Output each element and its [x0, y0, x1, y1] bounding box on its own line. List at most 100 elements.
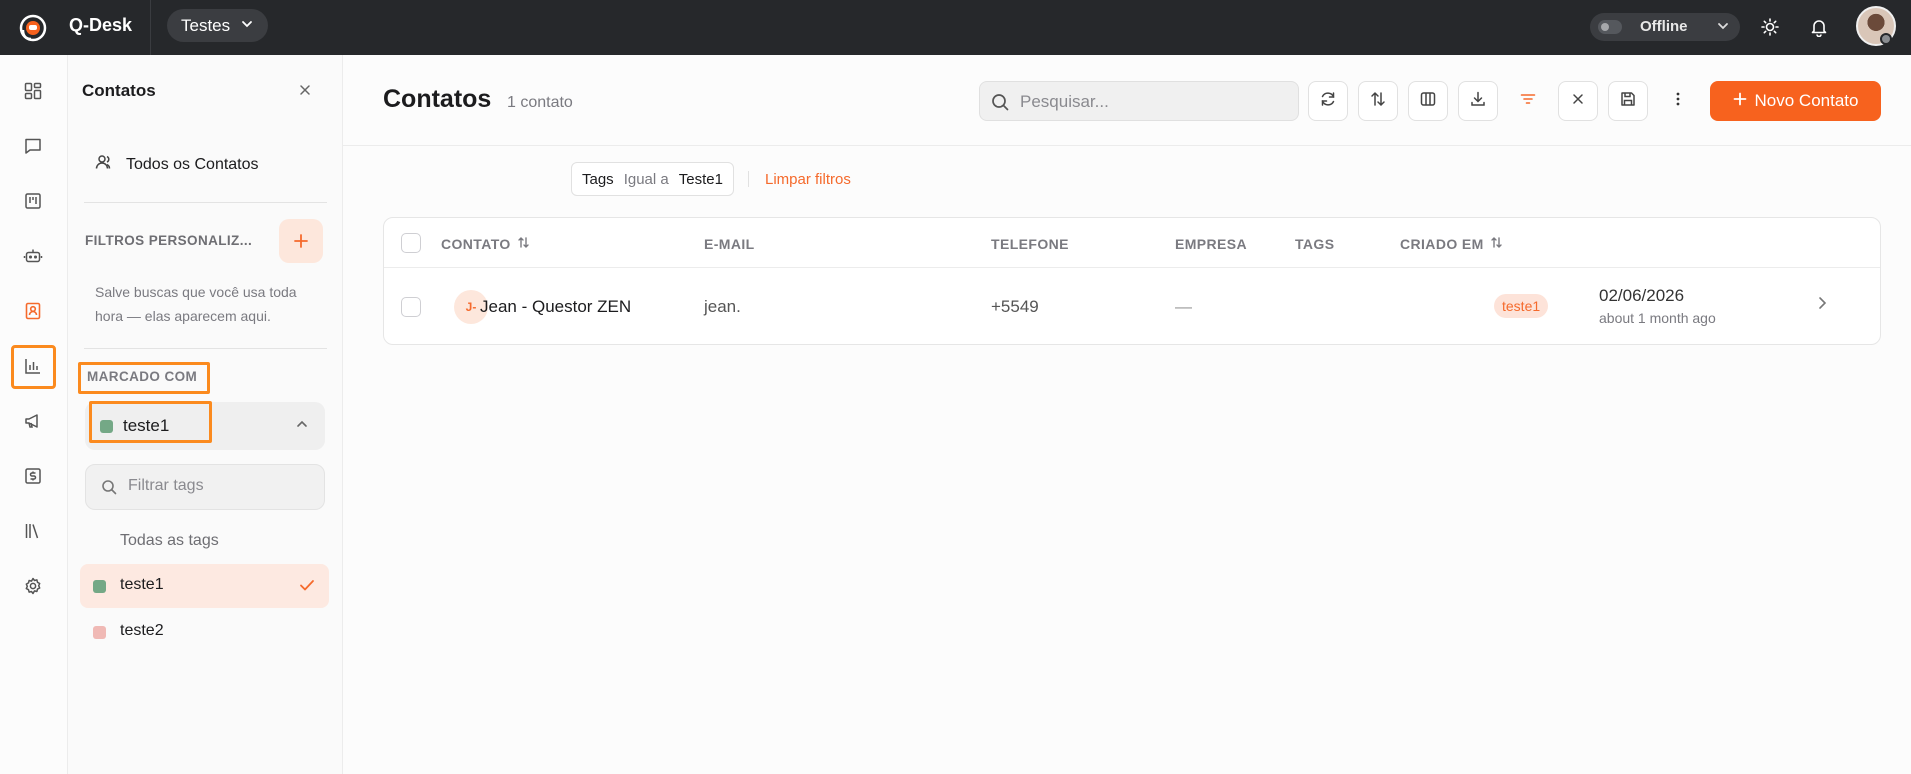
reports-icon[interactable]	[20, 353, 46, 379]
sort-icon	[517, 236, 530, 252]
check-icon	[298, 576, 316, 599]
divider	[748, 171, 749, 187]
search-field[interactable]	[979, 81, 1299, 121]
all-tags-item[interactable]: Todas as tags	[120, 532, 219, 550]
bell-icon[interactable]	[1806, 14, 1832, 40]
filter-operator: Igual a	[623, 170, 669, 188]
row-checkbox[interactable]	[401, 297, 421, 317]
refresh-button[interactable]	[1308, 81, 1348, 121]
page-title: Contatos	[383, 85, 492, 113]
contact-count: 1 contato	[507, 94, 573, 111]
column-header-company: EMPRESA	[1175, 236, 1248, 252]
all-contacts-label: Todos os Contatos	[126, 155, 259, 173]
main-content: Contatos 1 contato Pesquisar... Novo Con…	[343, 55, 1911, 774]
custom-filters-label: FILTROS PERSONALIZ...	[85, 233, 253, 248]
q-desk-logo-icon[interactable]	[17, 12, 49, 44]
column-header-contact[interactable]: CONTATO	[441, 236, 530, 252]
tag-filter-field[interactable]	[85, 464, 325, 510]
settings-icon[interactable]	[20, 573, 46, 599]
refresh-icon	[1319, 90, 1337, 113]
status-switch[interactable]	[1598, 20, 1622, 34]
tag-item-label: teste1	[120, 576, 164, 593]
more-button[interactable]	[1658, 81, 1698, 121]
search-icon	[100, 478, 118, 501]
column-label: CONTATO	[441, 236, 511, 252]
tag-badge: teste1	[1494, 294, 1549, 318]
library-icon[interactable]	[20, 518, 46, 544]
filter-field: Tags	[582, 170, 614, 188]
clear-filters-link[interactable]: Limpar filtros	[765, 171, 851, 188]
chevron-up-icon	[295, 417, 309, 436]
table-header: CONTATO E-MAIL TELEFONE EMPRESA TAGS CRI…	[384, 218, 1880, 268]
select-all-checkbox[interactable]	[401, 233, 421, 253]
chat-icon[interactable]	[20, 133, 46, 159]
tag-item-teste1[interactable]: teste1	[80, 564, 329, 608]
contacts-panel: Contatos Todos os Contatos FILTROS PERSO…	[68, 55, 343, 774]
bot-icon[interactable]	[20, 243, 46, 269]
workspace-label: Testes	[181, 15, 231, 35]
presence-status-toggle[interactable]: Offline	[1590, 13, 1740, 41]
top-divider	[150, 0, 151, 55]
column-label: CRIADO EM	[1400, 236, 1484, 252]
close-icon[interactable]	[294, 79, 316, 101]
contact-phone: +5549	[991, 297, 1039, 316]
tag-filter-input[interactable]	[128, 477, 313, 495]
filter-icon	[1519, 90, 1537, 113]
chevron-down-icon	[1716, 19, 1730, 37]
columns-button[interactable]	[1408, 81, 1448, 121]
contacts-table: CONTATO E-MAIL TELEFONE EMPRESA TAGS CRI…	[383, 217, 1881, 345]
icon-rail	[0, 55, 68, 774]
chevron-right-icon[interactable]	[1814, 295, 1830, 316]
column-header-phone: TELEFONE	[991, 236, 1069, 252]
active-filter-chip[interactable]: Tags Igual a Teste1	[571, 162, 734, 196]
top-bar: Q-Desk Testes Offline	[0, 0, 1911, 55]
sort-button[interactable]	[1358, 81, 1398, 121]
export-button[interactable]	[1458, 81, 1498, 121]
download-icon	[1469, 90, 1487, 113]
new-contact-button[interactable]: Novo Contato	[1710, 81, 1881, 121]
search-input[interactable]	[1020, 92, 1280, 112]
search-icon	[990, 92, 1010, 117]
column-header-tags: TAGS	[1295, 236, 1335, 252]
clear-button[interactable]	[1558, 81, 1598, 121]
tag-item-label: teste2	[120, 622, 164, 639]
divider	[84, 202, 327, 203]
all-contacts-item[interactable]: Todos os Contatos	[94, 152, 259, 177]
add-filter-button[interactable]	[279, 219, 323, 263]
tagged-label-highlight	[78, 362, 210, 394]
contact-name[interactable]: Jean - Questor ZEN	[480, 297, 631, 317]
filter-value: Teste1	[678, 170, 723, 188]
workspace-selector[interactable]: Testes	[167, 9, 269, 42]
sort-icon	[1490, 236, 1503, 252]
status-label: Offline	[1640, 18, 1688, 35]
save-search-button[interactable]	[1608, 81, 1648, 121]
avatar-status-dot	[1880, 33, 1892, 45]
selected-tag-highlight	[89, 401, 212, 443]
divider	[84, 348, 327, 349]
chevron-down-icon	[240, 16, 254, 36]
close-icon	[1571, 92, 1585, 111]
tag-color-swatch	[93, 626, 106, 639]
created-date: 02/06/2026	[1599, 286, 1685, 305]
column-header-email: E-MAIL	[704, 236, 755, 252]
billing-icon[interactable]	[20, 463, 46, 489]
dashboard-icon[interactable]	[20, 78, 46, 104]
columns-icon	[1419, 90, 1437, 113]
kanban-icon[interactable]	[20, 188, 46, 214]
tag-item-teste2[interactable]: teste2	[80, 610, 329, 654]
contact-company: —	[1175, 297, 1192, 316]
created-relative: about 1 month ago	[1599, 310, 1716, 326]
more-vertical-icon	[1669, 90, 1687, 113]
theme-sun-icon[interactable]	[1757, 14, 1783, 40]
campaigns-icon[interactable]	[20, 408, 46, 434]
app-name: Q-Desk	[69, 15, 133, 35]
contact-email: jean.	[704, 297, 741, 316]
column-header-created[interactable]: CRIADO EM	[1400, 236, 1503, 252]
users-icon	[94, 152, 114, 177]
header-divider	[343, 145, 1911, 146]
plus-icon	[1733, 91, 1747, 111]
sort-icon	[1369, 90, 1387, 113]
filter-button[interactable]	[1508, 81, 1548, 121]
panel-title: Contatos	[82, 81, 156, 100]
contacts-icon[interactable]	[20, 298, 46, 324]
